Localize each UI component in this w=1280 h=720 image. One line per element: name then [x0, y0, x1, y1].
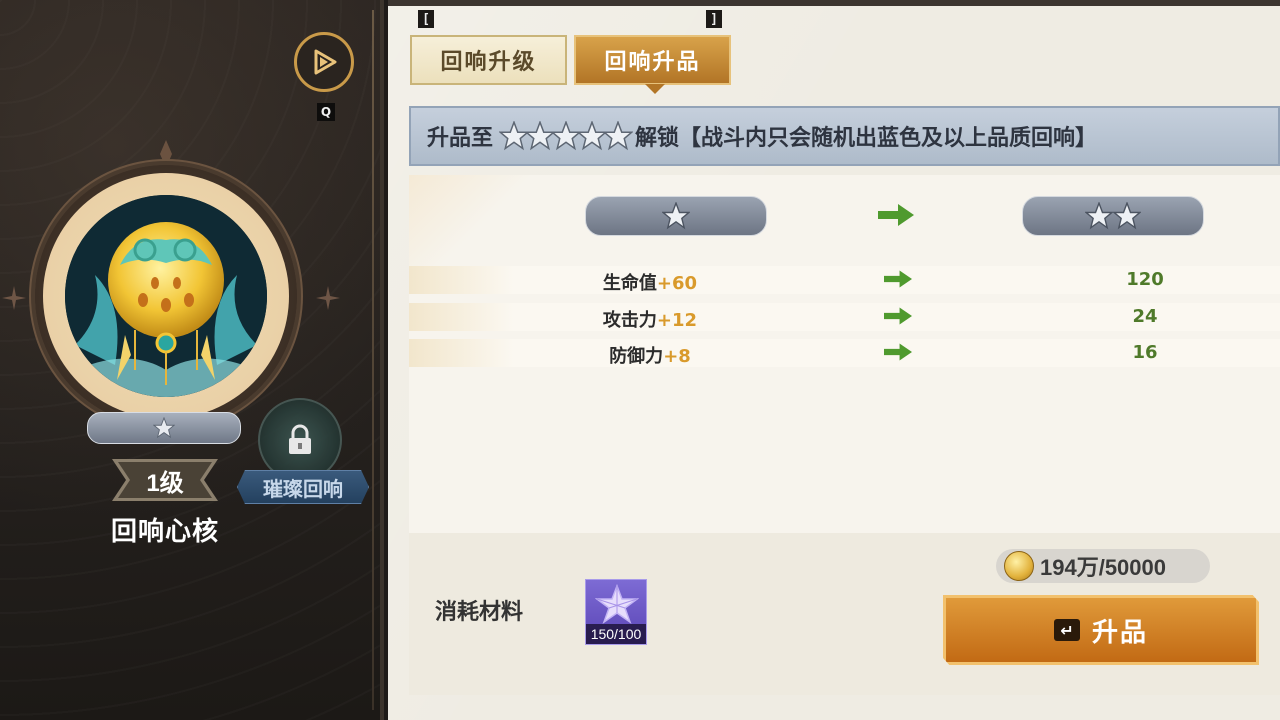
stat-atk-label: 攻击力+12: [602, 310, 698, 331]
star-icon: [1113, 202, 1141, 230]
level-label: 1级: [146, 469, 184, 497]
right-sparkle-icon: [316, 286, 340, 310]
material-count: 150/100: [586, 624, 646, 644]
next-stars-pill: [1022, 196, 1204, 236]
arrow-right-icon: [884, 270, 912, 288]
left-sparkle-icon: [2, 286, 26, 310]
hotkey-q: Q: [317, 103, 335, 121]
currency-display: 194万/50000: [996, 549, 1210, 583]
arrow-right-icon: [884, 307, 912, 325]
material-label: 消耗材料: [435, 600, 524, 625]
tab-echo-upgrade[interactable]: 回响升级: [410, 35, 567, 85]
stat-hp-label: 生命值+60: [602, 273, 698, 294]
star-icon: [662, 202, 690, 230]
core-name: 回响心核: [110, 517, 219, 547]
arrow-right-icon: [878, 204, 914, 226]
star-icon: [1085, 202, 1113, 230]
tab-prev-key: [: [418, 10, 434, 28]
crystal-star-icon: [595, 584, 639, 624]
echo-core-icon: [65, 195, 267, 397]
star-icon: [153, 417, 175, 439]
star-icon: [603, 121, 634, 151]
left-panel: Q 1级 回响心核 璀璨回响: [0, 0, 384, 720]
current-star-bar: [87, 412, 241, 444]
tab-echo-promote[interactable]: 回响升品: [574, 35, 731, 85]
active-tab-pointer: [645, 84, 665, 94]
promote-button[interactable]: ↵ 升品: [943, 595, 1259, 665]
target-stars: [499, 121, 634, 151]
current-stars-pill: [585, 196, 767, 236]
arrow-right-icon: [884, 343, 912, 361]
coin-icon: [1004, 551, 1034, 581]
unlock-suffix: 解锁【战斗内只会随机出蓝色及以上品质回响】: [635, 126, 1098, 151]
currency-text: 194万/50000: [1040, 555, 1166, 580]
stat-hp-next: 120: [1126, 269, 1164, 290]
core-portrait[interactable]: [35, 165, 297, 427]
material-item[interactable]: 150/100: [585, 579, 647, 645]
tab-next-key: ]: [706, 10, 722, 28]
enter-key-icon: ↵: [1053, 619, 1080, 641]
stat-def-next: 16: [1132, 342, 1158, 363]
unlock-prefix: 升品至: [427, 126, 494, 151]
stat-atk-next: 24: [1132, 306, 1158, 327]
stat-def-label: 防御力+8: [609, 346, 691, 367]
play-button[interactable]: [294, 32, 354, 92]
play-icon: [314, 49, 337, 75]
locked-echo-label: 璀璨回响: [237, 470, 369, 504]
locked-echo[interactable]: [250, 398, 350, 482]
unlock-banner: 升品至 解锁【战斗内只会随机出蓝色及以上品质回响】: [409, 106, 1280, 166]
top-ornament-icon: [160, 140, 172, 168]
promote-button-label: 升品: [1091, 617, 1148, 648]
lock-icon: [289, 424, 311, 454]
